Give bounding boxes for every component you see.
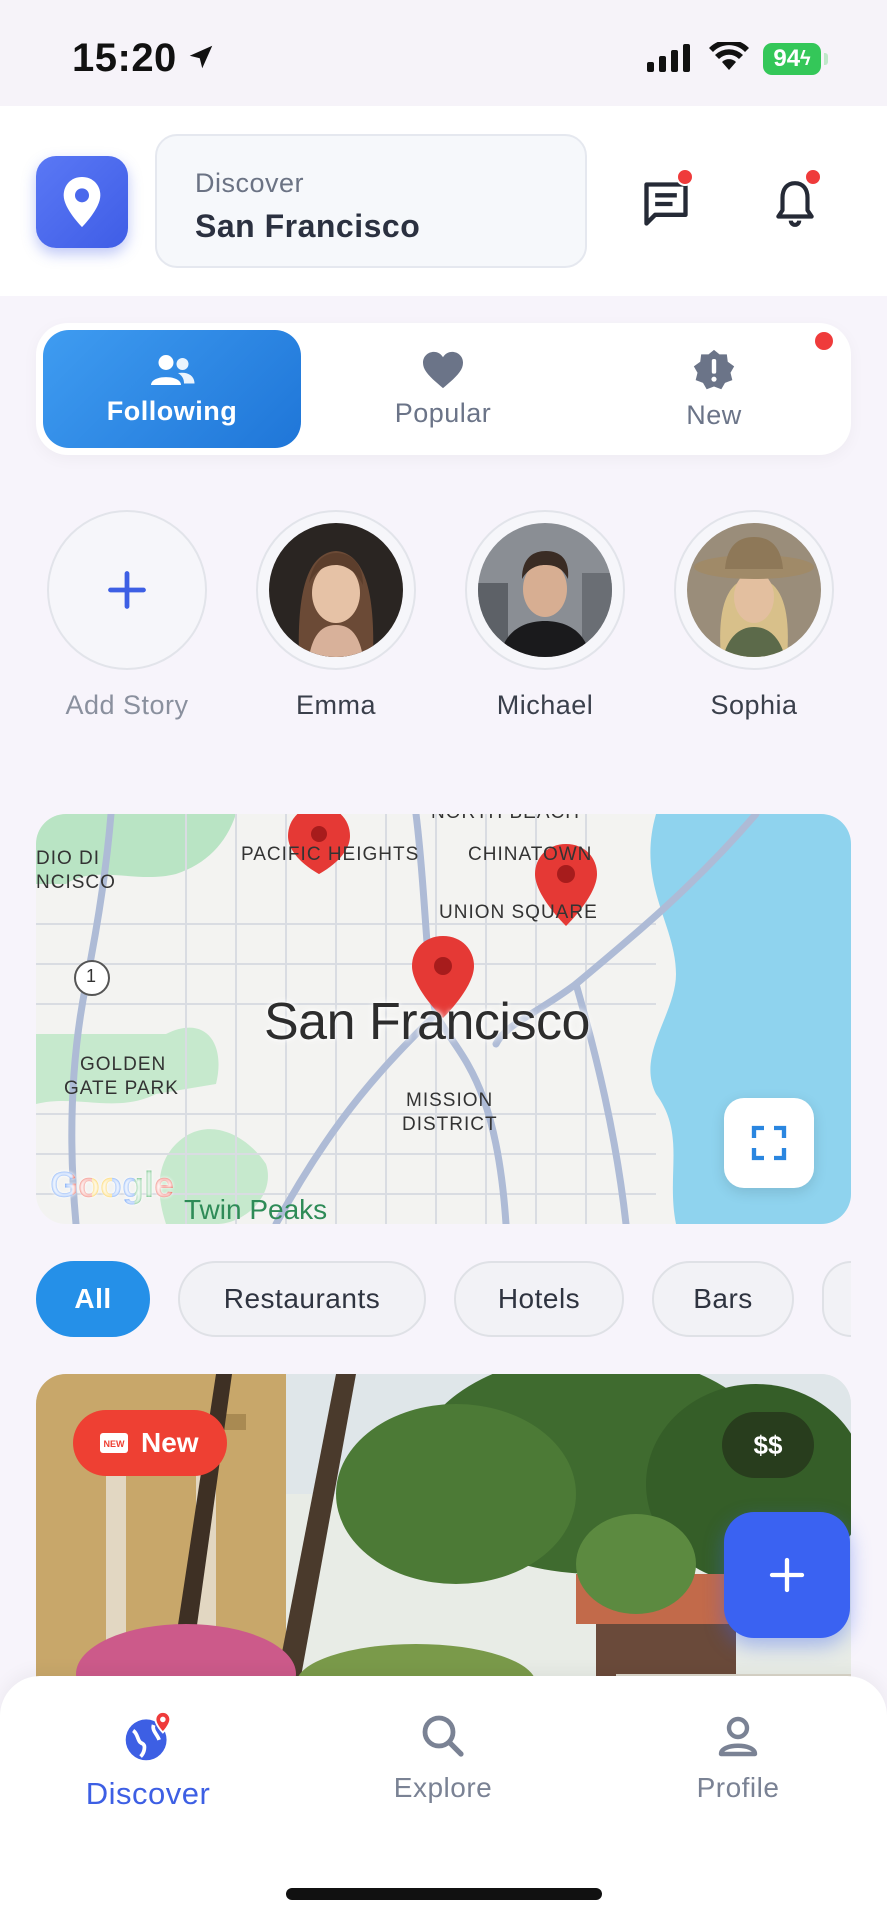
notifications-button[interactable] — [768, 168, 826, 232]
home-indicator[interactable] — [286, 1888, 602, 1900]
price-badge: $$ — [722, 1412, 814, 1478]
nav-discover[interactable]: Discover — [48, 1712, 248, 1812]
battery-level: 94 — [773, 45, 801, 72]
search-label: Discover — [195, 168, 305, 198]
cellular-signal-icon — [647, 44, 690, 72]
tab-popular[interactable]: Popular — [314, 330, 572, 448]
globe-pin-icon — [125, 1712, 172, 1761]
story-ring — [256, 510, 416, 670]
app-header: Discover San Francisco — [0, 106, 887, 296]
tab-following[interactable]: Following — [43, 330, 301, 448]
user-icon — [718, 1716, 758, 1757]
map-label-union-square: UNION SQUARE — [439, 902, 598, 923]
story-name: Emma — [295, 690, 376, 720]
story-name: Sophia — [710, 690, 798, 720]
notifications-dot — [804, 168, 822, 186]
filter-chip-restaurants[interactable]: Restaurants — [178, 1261, 426, 1337]
add-place-fab[interactable] — [724, 1512, 850, 1638]
google-logo-text: Google — [50, 1164, 174, 1205]
filter-chip-all[interactable]: All — [36, 1261, 150, 1337]
location-arrow-icon — [189, 45, 213, 69]
filter-chip-hotels[interactable]: Hotels — [454, 1261, 624, 1337]
expand-icon — [751, 1125, 787, 1161]
story-name: Michael — [496, 690, 594, 720]
nav-explore[interactable]: Explore — [343, 1712, 543, 1804]
nav-profile[interactable]: Profile — [638, 1712, 838, 1804]
map-label-chinatown: CHINATOWN — [468, 844, 593, 865]
avatar — [687, 523, 821, 657]
avatar — [478, 523, 612, 657]
tab-following-label: Following — [106, 395, 238, 426]
map-label-mission-1: MISSION — [406, 1090, 494, 1111]
messages-button[interactable] — [640, 168, 698, 232]
location-search-box[interactable]: Discover San Francisco — [155, 134, 587, 268]
nav-explore-label: Explore — [393, 1772, 493, 1803]
charging-icon: ϟ — [800, 47, 811, 70]
map-label-city: San Francisco — [264, 993, 590, 1051]
nav-discover-label: Discover — [85, 1776, 211, 1811]
map-label-presidio-2: NCISCO — [36, 872, 116, 893]
search-icon — [422, 1715, 464, 1757]
new-badge-label: New — [141, 1427, 199, 1458]
avatar — [269, 523, 403, 657]
add-story-ring — [47, 510, 207, 670]
map-label-golden-gate-2: GATE PARK — [64, 1078, 179, 1099]
tab-popular-label: Popular — [394, 397, 492, 428]
alert-badge-icon — [693, 349, 735, 389]
wifi-icon — [709, 42, 749, 70]
tab-new-label: New — [686, 399, 742, 430]
new-tag-icon: NEW — [100, 1433, 128, 1453]
battery-indicator: 94 ϟ — [763, 43, 821, 75]
status-time: 15:20 — [72, 36, 177, 80]
messages-notification-dot — [676, 168, 694, 186]
map-expand-button[interactable] — [724, 1098, 814, 1188]
story-sophia[interactable]: Sophia — [674, 510, 834, 721]
filter-chip-more[interactable] — [822, 1261, 851, 1337]
map-label-presidio-1: DIO DI — [36, 848, 101, 869]
bottom-navigation: Discover Explore Profile — [0, 1676, 887, 1920]
current-city: San Francisco — [195, 208, 421, 244]
status-bar: 15:20 94 ϟ — [0, 0, 887, 106]
google-logo: Google — [50, 1164, 174, 1206]
story-ring — [465, 510, 625, 670]
story-michael[interactable]: Michael — [465, 510, 625, 721]
plus-icon — [769, 1557, 805, 1593]
story-ring — [674, 510, 834, 670]
tab-new[interactable]: New — [585, 330, 843, 448]
new-tab-dot — [815, 332, 833, 350]
battery-cap — [824, 53, 828, 65]
map-label-mission-2: DISTRICT — [402, 1114, 498, 1135]
feed-tabs: Following Popular New — [36, 323, 851, 455]
new-badge: NEW New — [73, 1410, 227, 1476]
map-label-golden-gate-1: GOLDEN — [80, 1054, 167, 1075]
story-name: Add Story — [65, 690, 189, 720]
story-emma[interactable]: Emma — [256, 510, 416, 721]
users-icon — [151, 354, 195, 385]
heart-icon — [423, 351, 463, 388]
map-label-pacific-heights: PACIFIC HEIGHTS — [241, 844, 420, 865]
map-label-north-beach: NORTH BEACH — [431, 814, 580, 824]
filter-chip-bars[interactable]: Bars — [652, 1261, 794, 1337]
location-button[interactable] — [36, 156, 128, 248]
map-label-twin-peaks: Twin Peaks — [184, 1194, 328, 1224]
map-label-highway: 1 — [86, 966, 97, 986]
nav-profile-label: Profile — [696, 1772, 780, 1803]
plus-icon — [108, 571, 146, 609]
map-pin-icon — [63, 177, 101, 227]
svg-text:NEW: NEW — [104, 1439, 126, 1449]
story-add[interactable]: Add Story — [47, 510, 207, 721]
